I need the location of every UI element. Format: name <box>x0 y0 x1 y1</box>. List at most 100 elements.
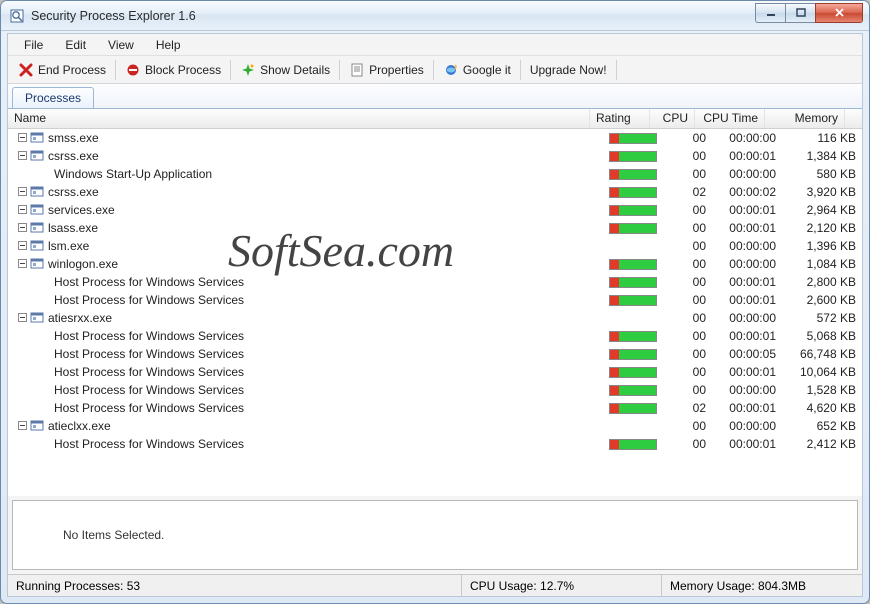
close-button[interactable] <box>815 3 863 23</box>
table-row[interactable]: smss.exe0000:00:00116 KB <box>8 129 862 147</box>
end-process-button[interactable]: End Process <box>12 60 112 80</box>
process-name: smss.exe <box>48 131 99 145</box>
list-body[interactable]: SoftSea.com smss.exe0000:00:00116 KBcsrs… <box>8 129 862 496</box>
cpu-cell: 00 <box>667 293 712 307</box>
column-memory[interactable]: Memory <box>765 109 845 128</box>
expander-icon[interactable] <box>18 239 30 253</box>
expander-icon[interactable] <box>18 257 30 271</box>
menu-file[interactable]: File <box>14 36 53 54</box>
show-details-button[interactable]: Show Details <box>234 60 336 80</box>
memory-cell: 116 KB <box>782 131 862 145</box>
cpu-cell: 00 <box>667 239 712 253</box>
process-icon <box>30 311 44 325</box>
end-process-label: End Process <box>38 63 106 77</box>
table-row[interactable]: winlogon.exe0000:00:001,084 KB <box>8 255 862 273</box>
cpu-cell: 00 <box>667 203 712 217</box>
memory-cell: 4,620 KB <box>782 401 862 415</box>
rating-cell <box>607 349 667 360</box>
titlebar[interactable]: Security Process Explorer 1.6 <box>1 1 869 31</box>
process-icon <box>36 275 50 289</box>
column-rating[interactable]: Rating <box>590 109 650 128</box>
upgrade-button[interactable]: Upgrade Now! <box>524 61 613 79</box>
block-process-button[interactable]: Block Process <box>119 60 227 80</box>
table-row[interactable]: services.exe0000:00:012,964 KB <box>8 201 862 219</box>
table-row[interactable]: atiesrxx.exe0000:00:00572 KB <box>8 309 862 327</box>
table-row[interactable]: csrss.exe0000:00:011,384 KB <box>8 147 862 165</box>
table-row[interactable]: Host Process for Windows Services0000:00… <box>8 327 862 345</box>
menubar: File Edit View Help <box>8 34 862 56</box>
properties-label: Properties <box>369 63 424 77</box>
process-name-cell: Host Process for Windows Services <box>8 365 607 379</box>
cpu-cell: 00 <box>667 347 712 361</box>
rating-cell <box>607 151 667 162</box>
process-icon <box>36 365 50 379</box>
table-row[interactable]: Host Process for Windows Services0000:00… <box>8 381 862 399</box>
column-cpu-time[interactable]: CPU Time <box>695 109 765 128</box>
tab-processes[interactable]: Processes <box>12 87 94 109</box>
minimize-button[interactable] <box>755 3 785 23</box>
process-name-cell: services.exe <box>8 203 607 217</box>
rating-bar <box>609 385 657 396</box>
menu-edit[interactable]: Edit <box>55 36 96 54</box>
table-row[interactable]: Host Process for Windows Services0000:00… <box>8 345 862 363</box>
status-memory: Memory Usage: 804.3MB <box>662 575 862 596</box>
menu-view[interactable]: View <box>98 36 144 54</box>
table-row[interactable]: Host Process for Windows Services0000:00… <box>8 435 862 453</box>
column-name[interactable]: Name <box>8 109 590 128</box>
upgrade-label: Upgrade Now! <box>530 63 607 77</box>
rating-bar <box>609 205 657 216</box>
process-name-cell: Host Process for Windows Services <box>8 293 607 307</box>
process-name: Windows Start-Up Application <box>54 167 212 181</box>
memory-cell: 2,800 KB <box>782 275 862 289</box>
expander-icon[interactable] <box>18 311 30 325</box>
properties-button[interactable]: Properties <box>343 60 430 80</box>
cpu-cell: 00 <box>667 131 712 145</box>
expander-icon[interactable] <box>18 149 30 163</box>
process-name-cell: winlogon.exe <box>8 257 607 271</box>
cpu-cell: 00 <box>667 383 712 397</box>
cpu-time-cell: 00:00:00 <box>712 311 782 325</box>
google-it-button[interactable]: Google it <box>437 60 517 80</box>
table-row[interactable]: lsm.exe0000:00:001,396 KB <box>8 237 862 255</box>
rating-cell <box>607 385 667 396</box>
menu-help[interactable]: Help <box>146 36 191 54</box>
process-name: atieclxx.exe <box>48 419 111 433</box>
memory-cell: 2,600 KB <box>782 293 862 307</box>
rating-bar <box>609 133 657 144</box>
detail-pane: No Items Selected. <box>12 500 858 570</box>
table-row[interactable]: Host Process for Windows Services0000:00… <box>8 363 862 381</box>
memory-cell: 5,068 KB <box>782 329 862 343</box>
cpu-time-cell: 00:00:01 <box>712 293 782 307</box>
table-row[interactable]: Host Process for Windows Services0000:00… <box>8 273 862 291</box>
expander-icon[interactable] <box>18 419 30 433</box>
table-row[interactable]: lsass.exe0000:00:012,120 KB <box>8 219 862 237</box>
cpu-cell: 02 <box>667 185 712 199</box>
cpu-time-cell: 00:00:01 <box>712 437 782 451</box>
rating-cell <box>607 277 667 288</box>
expander-icon[interactable] <box>18 131 30 145</box>
rating-cell <box>607 439 667 450</box>
expander-icon[interactable] <box>18 185 30 199</box>
memory-cell: 3,920 KB <box>782 185 862 199</box>
process-name: csrss.exe <box>48 149 99 163</box>
table-row[interactable]: Host Process for Windows Services0200:00… <box>8 399 862 417</box>
column-cpu[interactable]: CPU <box>650 109 695 128</box>
process-icon <box>30 149 44 163</box>
rating-cell <box>607 403 667 414</box>
rating-cell <box>607 367 667 378</box>
block-icon <box>125 62 141 78</box>
toolbar-separator <box>339 60 340 80</box>
table-row[interactable]: Host Process for Windows Services 0000:00… <box>8 291 862 309</box>
expander-icon[interactable] <box>18 203 30 217</box>
process-name-cell: csrss.exe <box>8 149 607 163</box>
expander-icon[interactable] <box>18 221 30 235</box>
cpu-time-cell: 00:00:02 <box>712 185 782 199</box>
maximize-button[interactable] <box>785 3 815 23</box>
cpu-time-cell: 00:00:01 <box>712 203 782 217</box>
table-row[interactable]: Windows Start-Up Application0000:00:0058… <box>8 165 862 183</box>
table-row[interactable]: atieclxx.exe0000:00:00652 KB <box>8 417 862 435</box>
process-name: csrss.exe <box>48 185 99 199</box>
cpu-time-cell: 00:00:01 <box>712 149 782 163</box>
table-row[interactable]: csrss.exe 0200:00:023,920 KB <box>8 183 862 201</box>
process-icon <box>30 257 44 271</box>
